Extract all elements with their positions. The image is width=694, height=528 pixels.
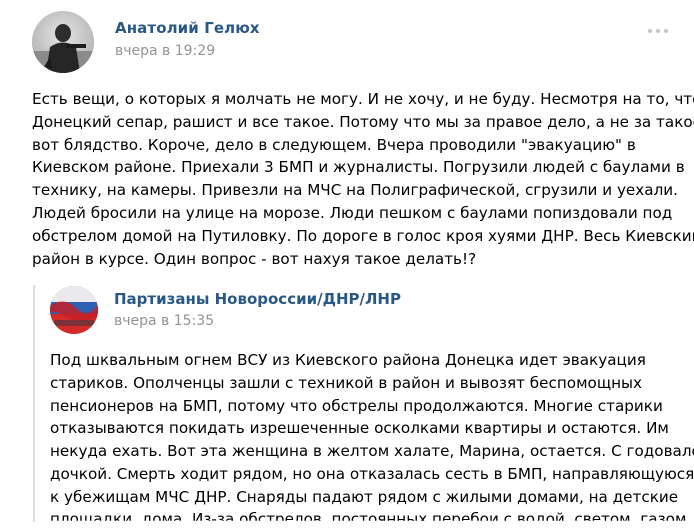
repost-text: Под шквальным огнем ВСУ из Киевского рай…	[50, 349, 694, 509]
repost-text-line: отказываются покидать изрешеченные оскол…	[50, 419, 669, 438]
post-date[interactable]: вчера в 19:29	[115, 43, 215, 59]
author-name-link[interactable]: Анатолий Гелюх	[115, 19, 260, 37]
author-avatar-photo	[32, 11, 94, 73]
repost-text-line: стариков. Ополченцы зашли с техникой в р…	[50, 373, 643, 392]
post-text: Есть вещи, о которых я молчать не могу. …	[32, 88, 694, 270]
post-text-line: Киевском районе. Приехали 3 БМП и журнал…	[32, 158, 685, 177]
author-avatar[interactable]	[32, 11, 94, 73]
repost-text-line: Под шквальным огнем ВСУ из Киевского рай…	[50, 351, 646, 369]
repost-author-name-link[interactable]: Партизаны Новороссии/ДНР/ЛНР	[114, 290, 401, 308]
post-text-line: Людей бросили на улице на морозе. Люди п…	[32, 203, 673, 222]
post-text-line: обстрелом домой на Путиловку. По дороге …	[32, 226, 694, 245]
repost-date[interactable]: вчера в 15:35	[114, 313, 214, 329]
post-text-line: Донецкий сепар, рашист и все такое. Пото…	[32, 112, 694, 131]
repost-avatar-photo	[50, 286, 98, 334]
post-text-line: район в курсе. Один вопрос - вот нахуя т…	[32, 249, 477, 268]
post-text-line: вот блядство. Короче, дело в следующем. …	[32, 135, 636, 154]
repost-text-line-cut: площадки, дома. Из-за обстрелов, постоян…	[50, 510, 687, 528]
repost-text-line: некуда ехать. Вот эта женщина в желтом х…	[50, 442, 694, 461]
wall-post: Анатолий Гелюх вчера в 19:29 Есть вещи, …	[0, 0, 694, 522]
ellipsis-icon	[647, 28, 669, 34]
repost-author-avatar[interactable]	[50, 286, 98, 334]
repost-text-line: к убежищам МЧС ДНР. Снаряды падают рядом…	[50, 487, 679, 506]
more-actions-button[interactable]	[644, 20, 672, 42]
post-text-line: Есть вещи, о которых я молчать не могу. …	[32, 90, 694, 108]
repost-text-line: дочкой. Смерть ходит рядом, но она отказ…	[50, 464, 694, 483]
post-text-line: технику, на камеры. Привезли на МЧС на П…	[32, 181, 678, 200]
repost-text-line: пенсионеров на БМП, потому что обстрелы …	[50, 396, 663, 415]
